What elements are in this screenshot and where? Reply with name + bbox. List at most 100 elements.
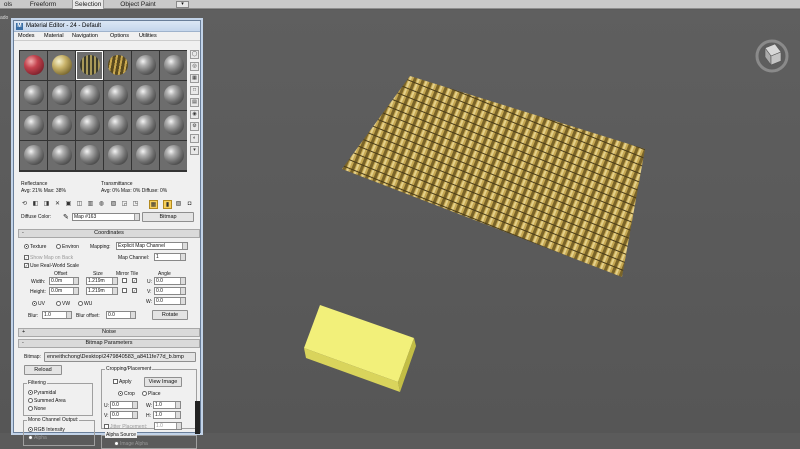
material-id-channel-icon[interactable]: ◍ — [97, 200, 106, 209]
material-map-navigator-icon[interactable]: ▾ — [190, 146, 199, 155]
height-offset-spinner[interactable]: 0.0m — [49, 287, 79, 295]
video-color-check-icon[interactable]: ▤ — [190, 98, 199, 107]
rgb-intensity-radio[interactable]: RGB Intensity — [28, 427, 65, 433]
jitter-spinner[interactable]: 1.0 — [154, 422, 182, 430]
background-icon[interactable]: ▦ — [190, 74, 199, 83]
get-material-icon[interactable]: ⟲ — [20, 200, 29, 209]
map-channel-spinner[interactable]: 1 — [154, 253, 186, 261]
sample-slot[interactable] — [76, 51, 103, 80]
map-type-button[interactable]: Bitmap — [142, 212, 194, 222]
make-preview-icon[interactable]: ◉ — [190, 110, 199, 119]
width-size-spinner[interactable]: 1.219m — [86, 277, 118, 285]
show-map-in-viewport-icon[interactable]: ▮ — [163, 200, 172, 209]
assign-to-selection-icon[interactable]: ◨ — [42, 200, 51, 209]
crop-radio[interactable]: Crop — [118, 391, 135, 397]
put-to-library-icon[interactable]: ▥ — [86, 200, 95, 209]
sample-slot[interactable] — [76, 81, 103, 110]
sample-slot[interactable] — [20, 81, 47, 110]
sample-slot[interactable] — [132, 51, 159, 80]
sample-slot[interactable] — [20, 51, 47, 80]
rollout-scrollbar[interactable] — [195, 401, 200, 434]
sample-slot[interactable] — [104, 111, 131, 140]
image-alpha-radio[interactable]: Image Alpha — [114, 441, 148, 447]
menu-material[interactable]: Material — [44, 33, 64, 39]
sample-slot[interactable] — [48, 81, 75, 110]
height-mirror-checkbox[interactable] — [122, 288, 128, 294]
crop-v-spinner[interactable]: 0.0 — [110, 411, 138, 419]
sample-slot[interactable] — [132, 111, 159, 140]
title-bar[interactable]: M Material Editor - 24 - Default — [14, 21, 200, 32]
viewcube-icon[interactable] — [754, 38, 790, 74]
ribbon-tab-freeform[interactable]: Freeform — [28, 0, 58, 9]
view-image-button[interactable]: View Image — [144, 377, 182, 387]
sample-slot[interactable] — [132, 141, 159, 170]
mapping-dropdown[interactable]: Explicit Map Channel — [116, 242, 188, 250]
reset-map-icon[interactable]: ✕ — [53, 200, 62, 209]
menu-modes[interactable]: Modes — [18, 33, 35, 39]
apply-checkbox[interactable]: Apply — [113, 379, 132, 385]
map-name-field[interactable]: Map #163 — [72, 213, 140, 221]
ribbon-tab-tools[interactable]: ols — [0, 0, 16, 9]
sample-slot[interactable] — [104, 141, 131, 170]
bitmap-path-button[interactable]: enneithchong\Desktop\2479840583_a8411fe7… — [44, 352, 196, 362]
menu-utilities[interactable]: Utilities — [139, 33, 157, 39]
sample-type-icon[interactable]: ◯ — [190, 50, 199, 59]
menu-navigation[interactable]: Navigation — [72, 33, 98, 39]
eyedropper-icon[interactable]: ✎ — [63, 213, 69, 221]
v-angle-spinner[interactable]: 0.0 — [154, 287, 186, 295]
width-tile-checkbox[interactable]: ✓ — [132, 278, 138, 284]
filter-none-radio[interactable]: None — [28, 406, 46, 412]
go-to-parent-icon[interactable]: ◳ — [131, 200, 140, 209]
height-size-spinner[interactable]: 1.219m — [86, 287, 118, 295]
place-radio[interactable]: Place — [142, 391, 161, 397]
show-end-result-icon[interactable]: ◲ — [120, 200, 129, 209]
crop-w-spinner[interactable]: 1.0 — [153, 401, 181, 409]
sample-slot[interactable] — [160, 51, 187, 80]
summed-area-radio[interactable]: Summed Area — [28, 398, 66, 404]
sample-slot[interactable] — [160, 81, 187, 110]
ribbon-dropdown-icon[interactable]: ▾ — [176, 1, 189, 8]
pick-material-icon[interactable]: ▧ — [174, 200, 183, 209]
mono-alpha-radio[interactable]: Alpha — [28, 435, 47, 441]
rotate-button[interactable]: Rotate — [152, 310, 188, 320]
ribbon-tab-selection[interactable]: Selection — [72, 0, 104, 9]
select-by-material-icon[interactable]: ◐ — [190, 134, 199, 143]
make-unique-icon[interactable]: ◫ — [75, 200, 84, 209]
texture-radio[interactable]: Texture — [24, 244, 46, 250]
sample-slot[interactable] — [132, 81, 159, 110]
show-map-on-back-checkbox[interactable]: ✓ Show Map on Back — [24, 255, 73, 261]
blur-offset-spinner[interactable]: 0.0 — [106, 311, 136, 319]
yellow-box-object[interactable] — [298, 300, 418, 395]
wu-radio[interactable]: WU — [78, 301, 92, 307]
show-shaded-material-icon[interactable]: ▨ — [109, 200, 118, 209]
crop-h-spinner[interactable]: 1.0 — [153, 411, 181, 419]
sample-slot[interactable] — [160, 141, 187, 170]
use-real-world-scale-checkbox[interactable]: ✓ Use Real-World Scale — [24, 263, 79, 269]
put-to-scene-icon[interactable]: ◧ — [31, 200, 40, 209]
sample-slot[interactable] — [48, 51, 75, 80]
height-tile-checkbox[interactable]: ✓ — [132, 288, 138, 294]
w-angle-spinner[interactable]: 0.0 — [154, 297, 186, 305]
pyramidal-radio[interactable]: Pyramidal — [28, 390, 56, 396]
sample-slot[interactable] — [160, 111, 187, 140]
options-icon[interactable]: ⚙ — [190, 122, 199, 131]
sample-uv-tiling-icon[interactable]: □ — [190, 86, 199, 95]
jitter-placement-checkbox[interactable]: Jitter Placement: — [104, 424, 147, 430]
environ-radio[interactable]: Environ — [56, 244, 79, 250]
sample-slot[interactable] — [48, 111, 75, 140]
sample-slot[interactable] — [20, 111, 47, 140]
material-name-icon[interactable]: ◘ — [185, 200, 194, 209]
make-copy-icon[interactable]: ▣ — [64, 200, 73, 209]
sample-slot[interactable] — [76, 141, 103, 170]
bitmap-parameters-rollout-header[interactable]: - Bitmap Parameters — [18, 339, 200, 348]
sample-slot[interactable] — [104, 51, 131, 80]
uv-radio[interactable]: UV — [32, 301, 45, 307]
textured-plane-object[interactable] — [340, 74, 660, 279]
vw-radio[interactable]: VW — [56, 301, 70, 307]
blur-spinner[interactable]: 1.0 — [42, 311, 72, 319]
width-mirror-checkbox[interactable] — [122, 278, 128, 284]
coordinates-rollout-header[interactable]: - Coordinates — [18, 229, 200, 238]
reload-button[interactable]: Reload — [24, 365, 62, 375]
ribbon-tab-object-paint[interactable]: Object Paint — [118, 0, 158, 9]
sample-slot[interactable] — [104, 81, 131, 110]
